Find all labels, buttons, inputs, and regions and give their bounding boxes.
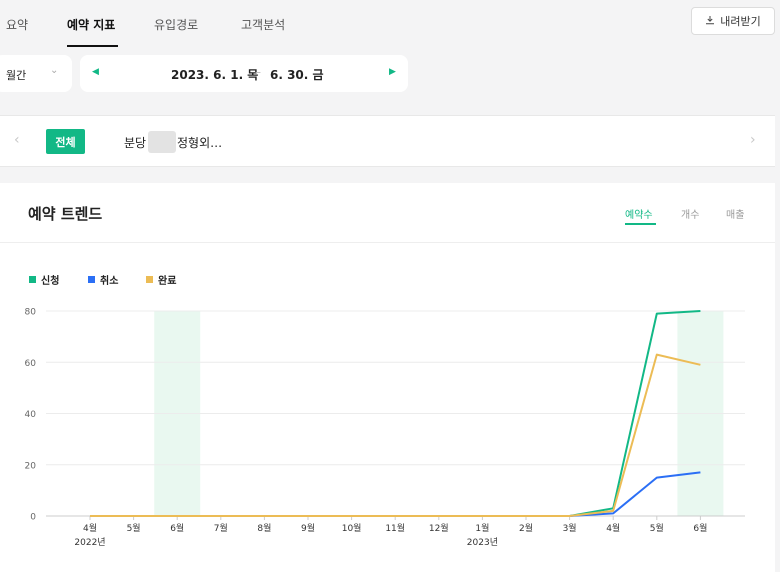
year-label: 2023년 [467, 537, 498, 548]
period-selected-value: 월간 [6, 69, 27, 82]
store-name-suffix[interactable]: 정형외… [177, 134, 222, 151]
date-end: 6. 30. 금 [270, 68, 324, 82]
x-tick-label: 11월 [385, 522, 405, 534]
y-tick-label: 80 [25, 308, 37, 318]
date-start: 2023. 6. 1. 목 [171, 68, 259, 82]
y-tick-label: 20 [25, 461, 37, 471]
date-range-picker: ◀ 2023. 6. 1. 목 – 6. 30. 금 ▶ [80, 55, 408, 92]
x-tick-label: 10월 [342, 522, 362, 534]
date-separator: – [255, 65, 261, 79]
x-tick-label: 9월 [301, 522, 315, 534]
store-name-prefix[interactable]: 분당 [124, 134, 146, 151]
y-tick-label: 0 [30, 513, 36, 523]
active-tab-indicator [67, 45, 118, 47]
x-tick-label: 6월 [693, 522, 707, 534]
prev-period-arrow-icon[interactable]: ◀ [92, 67, 99, 77]
redacted-text [148, 131, 176, 153]
chevron-left-icon[interactable]: ‹ [14, 132, 20, 148]
download-label: 내려받기 [720, 15, 761, 28]
download-icon [705, 15, 715, 28]
period-select[interactable]: 월간 ⌄ [0, 55, 72, 92]
x-tick-label: 12월 [429, 522, 449, 534]
chevron-down-icon: ⌄ [50, 65, 59, 76]
x-tick-label: 1월 [475, 522, 489, 534]
y-tick-label: 60 [25, 359, 37, 369]
top-tab-bar: 요약 예약 지표 유입경로 고객분석 내려받기 [0, 0, 780, 48]
x-tick-label: 3월 [563, 522, 577, 534]
x-tick-label: 4월 [83, 522, 97, 534]
chevron-right-icon[interactable]: › [750, 132, 756, 148]
x-tick-label: 5월 [127, 522, 141, 534]
filter-all-chip[interactable]: 전체 [46, 129, 85, 154]
tab-reservation-metrics[interactable]: 예약 지표 [67, 16, 115, 33]
download-button[interactable]: 내려받기 [691, 7, 775, 35]
tab-summary[interactable]: 요약 [6, 16, 28, 33]
store-filter-bar: ‹ 전체 분당 정형외… › [0, 115, 775, 167]
x-tick-label: 6월 [170, 522, 184, 534]
reservation-trend-card: 예약 트렌드 예약수 개수 매출 신청 취소 완료 0 20 40 60 80 4월 5월 6… [0, 183, 775, 572]
x-tick-label: 2월 [519, 522, 533, 534]
x-tick-label: 5월 [650, 522, 664, 534]
trend-line-chart: 0 20 40 60 80 4월 5월 6월 7월 8월 9월 10월 11월 12월 1월 2월 3월 4월 5월… [25, 308, 745, 548]
x-tick-label: 4월 [606, 522, 620, 534]
x-tick-label: 7월 [214, 522, 228, 534]
tab-inflow-path[interactable]: 유입경로 [154, 16, 198, 33]
next-period-arrow-icon[interactable]: ▶ [389, 67, 396, 77]
year-label: 2022년 [74, 537, 105, 548]
tab-customer-analysis[interactable]: 고객분석 [241, 16, 285, 33]
y-tick-label: 40 [25, 410, 37, 420]
x-tick-label: 8월 [257, 522, 271, 534]
